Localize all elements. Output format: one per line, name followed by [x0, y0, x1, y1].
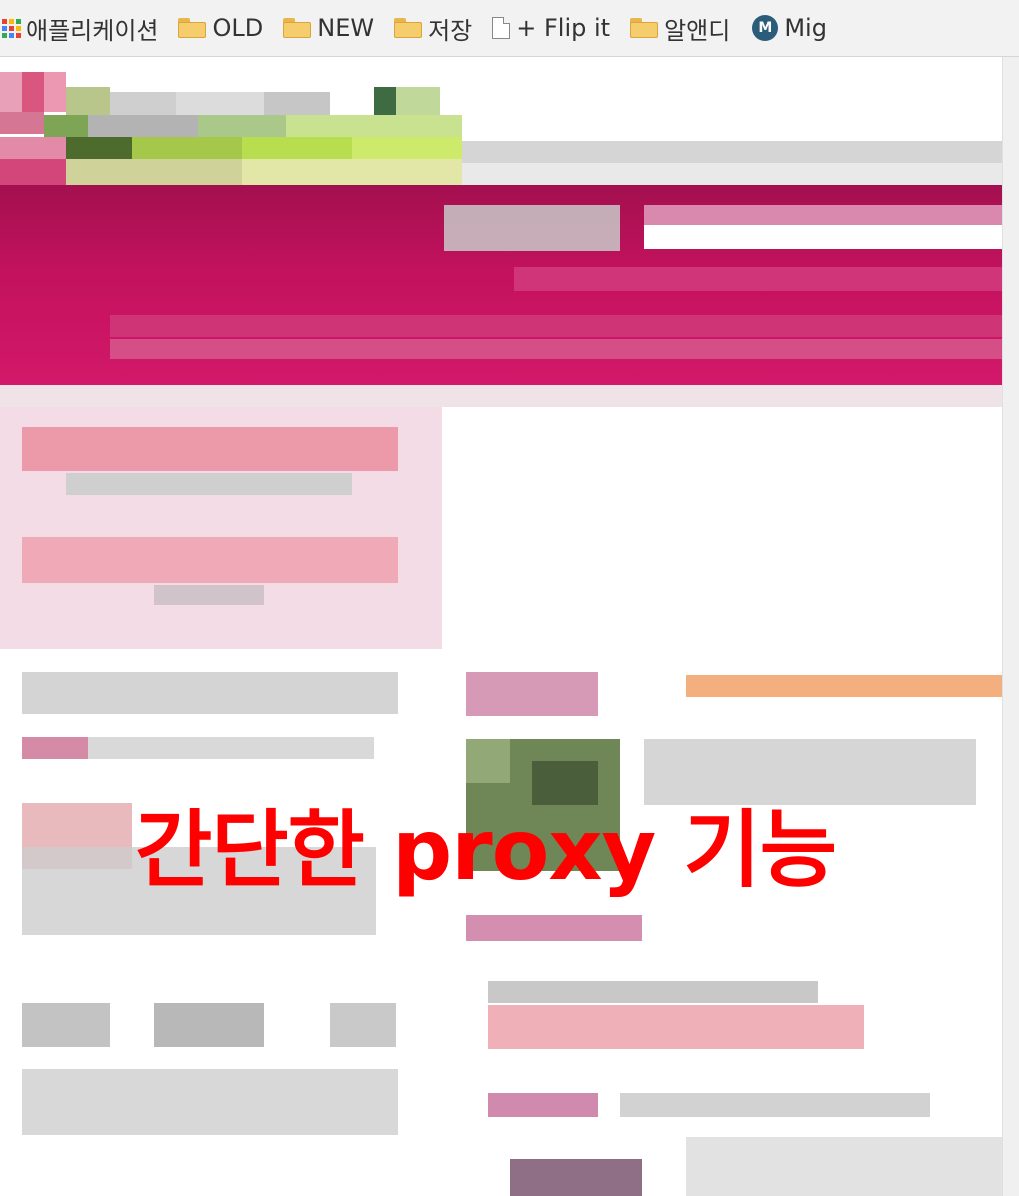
- pixelated-search-box: [444, 205, 620, 251]
- bookmark-label: Mig: [784, 14, 827, 42]
- bookmark-flip-it[interactable]: + Flip it: [486, 0, 624, 56]
- folder-icon: [394, 18, 423, 38]
- bookmark-mig[interactable]: M Mig: [744, 0, 841, 56]
- pixelated-search-field: [644, 225, 1002, 249]
- page-scrollbar[interactable]: [1002, 57, 1019, 1196]
- bookmark-apps[interactable]: 애플리케이션: [0, 0, 172, 56]
- bookmark-new[interactable]: NEW: [277, 0, 388, 56]
- bookmark-save[interactable]: 저장: [388, 0, 486, 56]
- folder-icon: [178, 18, 207, 38]
- folder-icon: [630, 18, 659, 38]
- bookmark-label: NEW: [317, 14, 375, 42]
- bookmark-rnd[interactable]: 알앤디: [624, 0, 744, 56]
- bookmark-label: OLD: [212, 14, 264, 42]
- page-icon: [492, 17, 511, 39]
- folder-icon: [283, 18, 312, 38]
- bookmark-label: 저장: [428, 16, 473, 45]
- bookmark-label: 알앤디: [664, 16, 731, 45]
- blurred-webpage: [0, 57, 1019, 1196]
- bookmark-old[interactable]: OLD: [172, 0, 277, 56]
- bookmarks-bar: 애플리케이션 OLD NEW 저장 + Flip it 알앤디 M Mig: [0, 0, 1019, 57]
- m-logo-icon: M: [752, 15, 779, 41]
- bookmark-label: + Flip it: [516, 14, 611, 42]
- apps-grid-icon: [2, 17, 21, 39]
- bookmark-label: 애플리케이션: [26, 16, 159, 45]
- overlay-caption: 간단한 proxy 기능: [135, 801, 837, 899]
